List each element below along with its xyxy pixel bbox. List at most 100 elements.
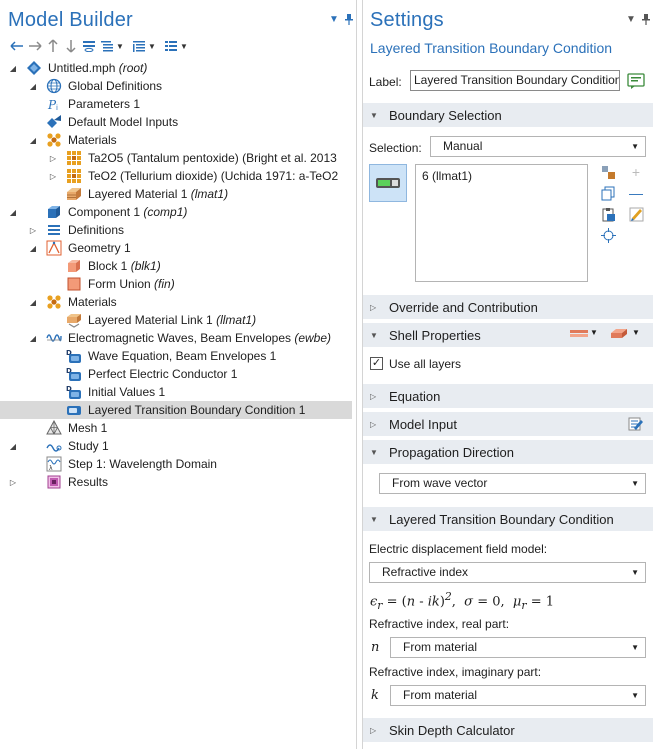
- tree-node-label: Materials: [68, 133, 117, 147]
- section-propagation-direction[interactable]: ▼ Propagation Direction: [363, 440, 653, 464]
- model-builder-title: Model Builder: [8, 9, 133, 31]
- ri-real-combo[interactable]: From material ▼: [390, 637, 646, 658]
- collapse-arrow-icon[interactable]: ◢: [8, 437, 18, 455]
- pin-icon[interactable]: [641, 14, 650, 28]
- collapse-arrow-icon[interactable]: ◢: [28, 329, 38, 347]
- tree-node-label: Study 1: [68, 439, 109, 453]
- arrow-up-icon[interactable]: [44, 37, 62, 55]
- materials-icon: [46, 294, 62, 310]
- node-label-icon[interactable]: [627, 72, 645, 90]
- collapse-arrow-icon[interactable]: ◢: [28, 293, 38, 311]
- tree-node-block[interactable]: Block 1 (blk1): [0, 257, 352, 275]
- physics-icon: [46, 330, 62, 346]
- label-field[interactable]: Layered Transition Boundary Condition: [410, 70, 620, 91]
- layer-3d-icon[interactable]: [610, 327, 628, 344]
- tree-node-label: Layered Material Link 1 (llmat1): [88, 313, 257, 327]
- material-icon: [66, 168, 82, 184]
- collapse-arrow-icon[interactable]: ◢: [28, 131, 38, 149]
- arrow-right-icon[interactable]: [26, 37, 44, 55]
- section-override-contribution[interactable]: ▷ Override and Contribution: [363, 295, 653, 319]
- model-input-edit-icon[interactable]: [628, 416, 644, 435]
- selection-list[interactable]: 6 (llmat1): [415, 164, 588, 282]
- clear-selection-icon[interactable]: [628, 206, 644, 222]
- chevron-right-icon: ▷: [370, 302, 377, 312]
- tree-node-label: Block 1 (blk1): [88, 259, 161, 273]
- tree-node-step[interactable]: λ Step 1: Wavelength Domain: [0, 455, 352, 473]
- section-equation[interactable]: ▷ Equation: [363, 384, 653, 408]
- pin-icon[interactable]: [344, 14, 353, 28]
- chevron-down-icon[interactable]: ▼: [329, 14, 339, 28]
- tree-node-label: Default Model Inputs: [68, 115, 179, 129]
- tree-node-global-defs[interactable]: ◢ Global Definitions: [0, 77, 352, 95]
- chevron-down-icon: ▼: [631, 643, 639, 652]
- clipboard-icon[interactable]: [600, 206, 616, 222]
- tree-node-definitions[interactable]: ▷ Definitions: [0, 221, 352, 239]
- tree-node-ewbe[interactable]: ◢ Electromagnetic Waves, Beam Envelopes (…: [0, 329, 352, 347]
- collapse-arrow-icon[interactable]: ◢: [8, 59, 18, 77]
- section-model-input[interactable]: ▷ Model Input: [363, 412, 653, 436]
- tree-node-parameters[interactable]: Pi Parameters 1: [0, 95, 352, 113]
- ri-imag-symbol: k: [371, 688, 379, 703]
- tree-node-comp-materials[interactable]: ◢ Materials: [0, 293, 352, 311]
- section-ltbc[interactable]: ▼ Layered Transition Boundary Condition: [363, 507, 653, 531]
- tree-node-layered-link[interactable]: Layered Material Link 1 (llmat1): [0, 311, 352, 329]
- tree-node-root[interactable]: ◢ Untitled.mph (root): [0, 59, 352, 77]
- arrow-left-icon[interactable]: [8, 37, 26, 55]
- expand-arrow-icon[interactable]: ▷: [48, 149, 58, 167]
- tree-node-results[interactable]: ▷ Results: [0, 473, 352, 491]
- tree-node-mesh[interactable]: Mesh 1: [0, 419, 352, 437]
- tree-node-teo2[interactable]: ▷ TeO2 (Tellurium dioxide) (Uchida 1971: …: [0, 167, 352, 185]
- tree-node-form-union[interactable]: Form Union (fin): [0, 275, 352, 293]
- section-boundary-selection[interactable]: ▼ Boundary Selection: [363, 103, 653, 127]
- tree-node-initial-values[interactable]: D Initial Values 1: [0, 383, 352, 401]
- chevron-down-icon[interactable]: ▼: [632, 328, 640, 337]
- selection-list-item[interactable]: 6 (llmat1): [422, 169, 472, 183]
- expand-arrow-icon[interactable]: ▷: [8, 473, 18, 491]
- collapse-arrow-icon[interactable]: ◢: [8, 203, 18, 221]
- tree-node-label: Untitled.mph (root): [48, 61, 148, 75]
- tree-node-default-inputs[interactable]: Default Model Inputs: [0, 113, 352, 131]
- selection-combo[interactable]: Manual ▼: [430, 136, 646, 157]
- collapse-icon[interactable]: [98, 37, 116, 55]
- use-all-layers-checkbox[interactable]: ✓: [370, 357, 383, 370]
- sort-icon[interactable]: [130, 37, 148, 55]
- chevron-down-icon[interactable]: ▼: [590, 328, 598, 337]
- arrow-down-icon[interactable]: [62, 37, 80, 55]
- tree-node-pec[interactable]: D Perfect Electric Conductor 1: [0, 365, 352, 383]
- tree-node-label: Step 1: Wavelength Domain: [68, 457, 217, 471]
- edf-combo[interactable]: Refractive index ▼: [369, 562, 646, 583]
- layer-cross-section-icon[interactable]: [570, 328, 588, 343]
- tree-node-component[interactable]: ◢ Component 1 (comp1): [0, 203, 352, 221]
- ri-real-symbol: n: [371, 640, 380, 655]
- expand-arrow-icon[interactable]: ▷: [48, 167, 58, 185]
- ri-real-value: From material: [403, 640, 478, 654]
- paste-selection-icon[interactable]: [600, 164, 616, 180]
- show-icon[interactable]: [80, 37, 98, 55]
- section-skin-depth[interactable]: ▷ Skin Depth Calculator: [363, 718, 653, 742]
- section-shell-properties[interactable]: ▼ Shell Properties ▼ ▼: [363, 323, 653, 347]
- tree-node-study[interactable]: ◢ Study 1: [0, 437, 352, 455]
- propagation-combo[interactable]: From wave vector ▼: [379, 473, 646, 494]
- zoom-to-selection-icon[interactable]: [600, 227, 616, 243]
- tree-node-global-materials[interactable]: ◢ Materials: [0, 131, 352, 149]
- chevron-down-icon[interactable]: ▼: [180, 42, 190, 51]
- chevron-down-icon[interactable]: ▼: [626, 14, 636, 28]
- material-icon: [66, 150, 82, 166]
- chevron-down-icon: ▼: [631, 142, 639, 151]
- tree-node-ltbc[interactable]: Layered Transition Boundary Condition 1: [0, 401, 352, 419]
- collapse-arrow-icon[interactable]: ◢: [28, 239, 38, 257]
- tree-node-geometry[interactable]: ◢ Geometry 1: [0, 239, 352, 257]
- copy-selection-icon[interactable]: [600, 185, 616, 201]
- expand-arrow-icon[interactable]: ▷: [28, 221, 38, 239]
- model-tree-node-text-icon[interactable]: [162, 37, 180, 55]
- minus-icon[interactable]: —: [628, 185, 644, 201]
- ri-imag-combo[interactable]: From material ▼: [390, 685, 646, 706]
- plus-icon[interactable]: +: [628, 164, 644, 180]
- collapse-arrow-icon[interactable]: ◢: [28, 77, 38, 95]
- tree-node-ta2o5[interactable]: ▷ Ta2O5 (Tantalum pentoxide) (Bright et a…: [0, 149, 352, 167]
- tree-node-layered-material[interactable]: Layered Material 1 (lmat1): [0, 185, 352, 203]
- chevron-down-icon[interactable]: ▼: [116, 42, 126, 51]
- chevron-down-icon[interactable]: ▼: [148, 42, 158, 51]
- tree-node-wave-eq[interactable]: D Wave Equation, Beam Envelopes 1: [0, 347, 352, 365]
- active-selection-toggle[interactable]: [369, 164, 407, 202]
